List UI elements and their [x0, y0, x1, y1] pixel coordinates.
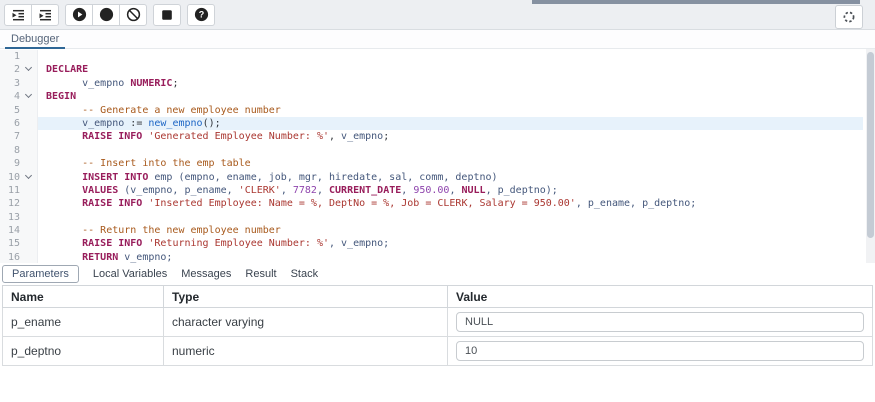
question-circle-icon: ?: [194, 7, 209, 22]
step-button-group: [4, 4, 59, 26]
line-number: 5: [0, 104, 20, 117]
tab-messages[interactable]: Messages: [181, 266, 231, 282]
line-number: 10: [0, 171, 20, 184]
line-number: 7: [0, 130, 20, 143]
param-type-cell: numeric: [164, 337, 448, 366]
line-number: 4: [0, 90, 20, 103]
code-line: 4BEGIN: [0, 90, 863, 103]
line-number: 2: [0, 63, 20, 76]
code-line: 14 -- Return the new employee number: [0, 224, 863, 237]
param-type-cell: character varying: [164, 308, 448, 337]
code-line: 15 RAISE INFO 'Returning Employee Number…: [0, 237, 863, 250]
main-tabbar: Debugger: [0, 30, 875, 49]
param-value-input[interactable]: [456, 341, 864, 361]
help-button-group: ?: [187, 4, 215, 26]
debug-info-panel: Parameters Local Variables Messages Resu…: [0, 263, 875, 402]
clear-breakpoints-button[interactable]: [119, 4, 147, 26]
line-number: 13: [0, 211, 20, 224]
code-line: 3 v_empno NUMERIC;: [0, 77, 863, 90]
line-number: 15: [0, 237, 20, 250]
no-symbol-icon: [126, 7, 141, 22]
continue-button[interactable]: [65, 4, 93, 26]
code-line: 10 INSERT INTO emp (empno, ename, job, m…: [0, 171, 863, 184]
execution-button-group: [65, 4, 147, 26]
code-line: 2DECLARE: [0, 63, 863, 76]
param-value-cell: [448, 337, 873, 366]
tab-result[interactable]: Result: [245, 266, 276, 282]
line-number: 1: [0, 50, 20, 63]
code-line: 5 -- Generate a new employee number: [0, 104, 863, 117]
code-line: 11 VALUES (v_empno, p_ename, 'CLERK', 77…: [0, 184, 863, 197]
param-name-cell: p_ename: [3, 308, 164, 337]
panel-tabbar: Parameters Local Variables Messages Resu…: [0, 263, 875, 285]
line-number: 16: [0, 251, 20, 263]
line-number: 6: [0, 117, 20, 130]
line-number: 12: [0, 197, 20, 210]
line-number: 8: [0, 144, 20, 157]
code-line: 7 RAISE INFO 'Generated Employee Number:…: [0, 130, 863, 143]
fold-chevron-icon[interactable]: [20, 63, 37, 76]
line-number: 14: [0, 224, 20, 237]
table-row: p_ename character varying: [3, 308, 873, 337]
tab-stack[interactable]: Stack: [291, 266, 319, 282]
step-over-icon: [38, 8, 52, 22]
code-line: 16 RETURN v_empno;: [0, 251, 863, 263]
code-line: 1: [0, 50, 863, 63]
tab-local-variables[interactable]: Local Variables: [93, 266, 167, 282]
column-header-value: Value: [448, 286, 873, 308]
breakpoint-dot-icon: [99, 7, 114, 22]
parameters-table: Name Type Value p_ename character varyin…: [2, 285, 873, 366]
param-name-cell: p_deptno: [3, 337, 164, 366]
code-line: 8: [0, 144, 863, 157]
step-into-icon: [11, 8, 25, 22]
top-scroll-strip: [532, 0, 860, 4]
stop-button[interactable]: [153, 4, 181, 26]
line-number: 3: [0, 77, 20, 90]
play-circle-icon: [72, 7, 87, 22]
param-value-input[interactable]: [456, 312, 864, 332]
scrollbar-thumb[interactable]: [867, 52, 874, 238]
column-header-name: Name: [3, 286, 164, 308]
refresh-button[interactable]: [835, 5, 863, 29]
code-line: 9 -- Insert into the emp table: [0, 157, 863, 170]
spinner-icon: [842, 10, 856, 24]
step-over-button[interactable]: [31, 4, 59, 26]
help-button[interactable]: ?: [187, 4, 215, 26]
column-header-type: Type: [164, 286, 448, 308]
debugger-toolbar: ?: [0, 0, 875, 30]
code-line: 6 v_empno := new_empno();: [0, 117, 863, 130]
stop-button-group: [153, 4, 181, 26]
line-number: 11: [0, 184, 20, 197]
stop-square-icon: [160, 8, 174, 22]
line-number: 9: [0, 157, 20, 170]
table-row: p_deptno numeric: [3, 337, 873, 366]
tab-parameters[interactable]: Parameters: [2, 265, 79, 283]
tab-debugger[interactable]: Debugger: [8, 30, 62, 49]
param-value-cell: [448, 308, 873, 337]
table-header-row: Name Type Value: [3, 286, 873, 308]
editor-scrollbar[interactable]: [866, 49, 875, 263]
step-into-button[interactable]: [4, 4, 32, 26]
toggle-breakpoint-button[interactable]: [92, 4, 120, 26]
code-line: 12 RAISE INFO 'Inserted Employee: Name =…: [0, 197, 863, 210]
fold-chevron-icon[interactable]: [20, 90, 37, 103]
fold-chevron-icon[interactable]: [20, 171, 37, 184]
code-line: 13: [0, 211, 863, 224]
svg-text:?: ?: [198, 10, 204, 20]
code-editor[interactable]: 12DECLARE3 v_empno NUMERIC;4BEGIN5 -- Ge…: [0, 49, 875, 263]
code-lines: 12DECLARE3 v_empno NUMERIC;4BEGIN5 -- Ge…: [0, 50, 863, 263]
